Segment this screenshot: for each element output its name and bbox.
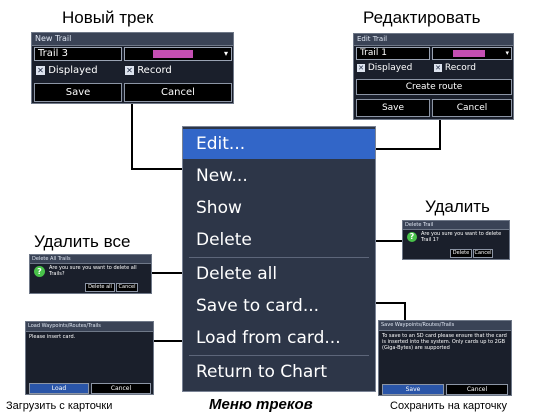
save-button[interactable]: Save [382, 384, 444, 395]
save-button[interactable]: Save [356, 99, 430, 117]
menu-separator [189, 257, 369, 258]
menu-item-new[interactable]: New... [183, 161, 375, 191]
connector-save [376, 302, 406, 304]
checkbox-checked-icon: ✕ [125, 65, 134, 75]
menu-separator [189, 355, 369, 356]
delete-button[interactable]: Delete [450, 249, 472, 258]
caption-new-trail: Новый трек [62, 8, 154, 27]
dialog-message: Are you sure you want to delete Trail 1? [421, 231, 502, 243]
record-label: Record [444, 63, 476, 73]
dialog-title: Save Waypoints/Routes/Trails [379, 321, 511, 331]
dialog-message: Are you sure you want to delete all Trai… [49, 265, 137, 277]
load-dialog: Load Waypoints/Routes/Trails Please inse… [25, 321, 154, 395]
cancel-button[interactable]: Cancel [116, 283, 138, 292]
chevron-down-icon: ▾ [223, 49, 228, 58]
caption-delete-all: Удалить все [34, 232, 131, 251]
chevron-down-icon: ▾ [505, 49, 509, 57]
caption-delete: Удалить [425, 197, 490, 216]
caption-edit: Редактировать [363, 8, 481, 27]
load-button[interactable]: Load [29, 383, 89, 394]
connector-edit [439, 120, 441, 150]
trail-name-input[interactable]: Trail 3 [34, 47, 122, 61]
connector-new [131, 102, 133, 170]
color-swatch [153, 50, 193, 58]
caption-load-from-card: Загрузить с карточки [6, 400, 113, 412]
connector-load [154, 340, 182, 342]
menu-item-show[interactable]: Show [183, 193, 375, 223]
menu-item-edit[interactable]: Edit... [183, 129, 375, 159]
menu-item-load-from-card[interactable]: Load from card... [183, 323, 375, 353]
record-checkbox[interactable]: ✕ Record [125, 65, 172, 76]
menu-item-delete-all[interactable]: Delete all [183, 259, 375, 289]
connector-save-v [404, 302, 406, 320]
question-icon: ? [34, 266, 45, 277]
dialog-title: Delete Trail [403, 221, 509, 230]
menu-item-save-to-card[interactable]: Save to card... [183, 291, 375, 321]
record-label: Record [137, 65, 172, 76]
delete-all-dialog: Delete All Trails ? Are you sure you wan… [29, 254, 152, 294]
checkbox-checked-icon: ✕ [434, 63, 442, 72]
trail-color-select[interactable]: ▾ [432, 47, 512, 60]
caption-save-to-card: Сохранить на карточку [390, 400, 507, 412]
displayed-label: Displayed [367, 63, 413, 73]
trail-name-input[interactable]: Trail 1 [356, 47, 430, 60]
question-icon: ? [407, 232, 417, 242]
displayed-checkbox[interactable]: ✕ Displayed [36, 65, 98, 76]
save-button[interactable]: Save [34, 83, 122, 102]
create-route-button[interactable]: Create route [356, 79, 512, 95]
checkbox-checked-icon: ✕ [357, 63, 365, 72]
new-trail-dialog: New Trail Trail 3 ▾ ✕ Displayed ✕ Record… [31, 32, 234, 104]
record-checkbox[interactable]: ✕ Record [434, 63, 476, 73]
checkbox-checked-icon: ✕ [36, 65, 45, 75]
cancel-button[interactable]: Cancel [91, 383, 151, 394]
cancel-button[interactable]: Cancel [432, 99, 512, 117]
dialog-message: Please insert card. [29, 334, 76, 340]
dialog-title: Delete All Trails [30, 255, 151, 264]
dialog-title: Load Waypoints/Routes/Trails [26, 322, 153, 332]
displayed-label: Displayed [48, 65, 98, 76]
color-swatch [453, 50, 485, 57]
edit-trail-dialog: Edit Trail Trail 1 ▾ ✕ Displayed ✕ Recor… [353, 33, 514, 120]
connector-new-h [131, 168, 182, 170]
cancel-button[interactable]: Cancel [446, 384, 508, 395]
save-dialog: Save Waypoints/Routes/Trails To save to … [378, 320, 512, 396]
cancel-button[interactable]: Cancel [124, 83, 232, 102]
dialog-title: New Trail [32, 33, 233, 46]
delete-trail-dialog: Delete Trail ? Are you sure you want to … [402, 220, 510, 260]
caption-trails-menu: Меню треков [209, 396, 313, 413]
displayed-checkbox[interactable]: ✕ Displayed [357, 63, 412, 73]
trails-menu: Edit... New... Show Delete Delete all Sa… [182, 126, 376, 392]
menu-item-return-to-chart[interactable]: Return to Chart [183, 357, 375, 387]
connector-delete-all [152, 272, 182, 274]
dialog-message: To save to an SD card please ensure that… [382, 333, 507, 351]
delete-all-button[interactable]: Delete all [85, 283, 115, 292]
connector-delete [376, 240, 402, 242]
dialog-title: Edit Trail [354, 34, 513, 46]
menu-item-delete[interactable]: Delete [183, 225, 375, 255]
connector-edit-h [376, 148, 441, 150]
trail-color-select[interactable]: ▾ [124, 47, 232, 61]
cancel-button[interactable]: Cancel [473, 249, 493, 258]
